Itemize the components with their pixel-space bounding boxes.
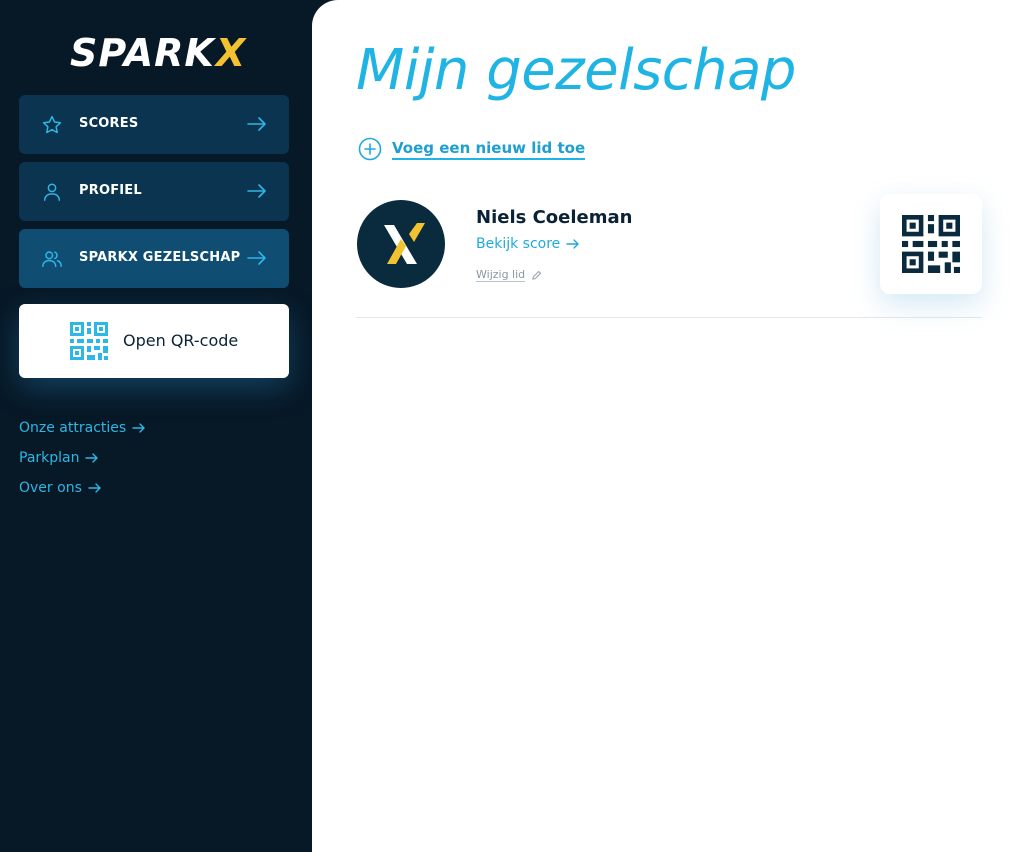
view-score-label: Bekijk score: [476, 236, 561, 252]
sidebar-item-sparkx-gezelschap[interactable]: SPARKX GEZELSCHAP: [19, 229, 289, 288]
qr-code-icon: [902, 215, 960, 273]
add-member-button[interactable]: Voeg een nieuw lid toe: [358, 136, 586, 162]
link-over-ons[interactable]: Over ons: [19, 478, 102, 498]
edit-member-label: Wijzig lid: [476, 268, 526, 282]
logo-accent: X: [215, 31, 247, 75]
arrow-right-icon: [85, 453, 99, 463]
add-member-label: Voeg een nieuw lid toe: [392, 139, 586, 160]
user-icon: [43, 183, 61, 201]
edit-member-link[interactable]: Wijzig lid: [476, 268, 542, 282]
logo-text: SPARK: [70, 31, 215, 75]
star-icon: [42, 115, 62, 134]
open-qr-code-label: Open QR-code: [123, 331, 239, 350]
users-icon: [42, 251, 62, 268]
plus-circle-icon: [358, 137, 382, 161]
arrow-right-icon: [88, 483, 101, 493]
view-score-link[interactable]: Bekijk score: [476, 236, 580, 252]
sidebar-item-label: SPARKX GEZELSCHAP: [79, 250, 241, 265]
link-label: Over ons: [19, 480, 82, 496]
sidebar-item-label: SCORES: [79, 116, 139, 131]
page-title: Mijn gezelschap: [356, 38, 796, 103]
arrow-right-icon: [247, 184, 266, 198]
pencil-icon: [532, 270, 542, 280]
arrow-right-icon: [132, 423, 145, 433]
member-qr-code-button[interactable]: [880, 194, 982, 294]
open-qr-code-button[interactable]: Open QR-code: [19, 304, 289, 378]
sidebar-item-label: PROFIEL: [79, 183, 142, 198]
arrow-right-icon: [247, 117, 266, 131]
member-name: Niels Coeleman: [476, 207, 633, 228]
link-parkplan[interactable]: Parkplan: [19, 448, 99, 468]
qr-code-icon: [70, 322, 108, 360]
link-label: Parkplan: [19, 450, 80, 466]
sidebar: SPARKX SCORES PROFIEL SPARKX GEZELSCHAP: [0, 0, 312, 852]
sidebar-item-scores[interactable]: SCORES: [19, 95, 289, 154]
sparkx-x-logo-icon: [384, 223, 425, 264]
link-onze-attracties[interactable]: Onze attracties: [19, 418, 146, 438]
arrow-right-icon: [247, 251, 266, 265]
sidebar-item-profiel[interactable]: PROFIEL: [19, 162, 289, 221]
main-content: Mijn gezelschap Voeg een nieuw lid toe N…: [312, 0, 1024, 852]
member-row: Niels Coeleman Bekijk score Wijzig lid: [356, 194, 982, 318]
avatar: [357, 200, 445, 288]
arrow-right-icon: [566, 239, 579, 249]
link-label: Onze attracties: [19, 420, 127, 436]
sparkx-logo[interactable]: SPARK X: [70, 30, 246, 76]
